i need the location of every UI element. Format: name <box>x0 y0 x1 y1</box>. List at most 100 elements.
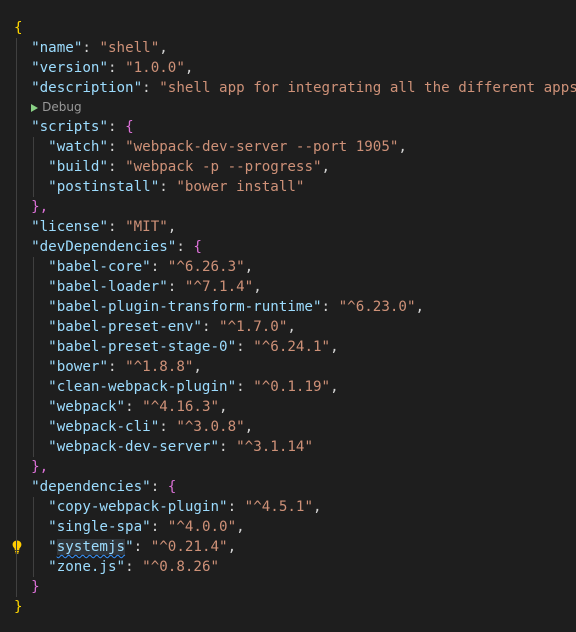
code-line[interactable]: "version": "1.0.0", <box>14 58 576 78</box>
json-key: "dependencies" <box>31 479 151 495</box>
indent-guide <box>16 277 17 297</box>
json-key: "single-spa" <box>48 519 151 535</box>
code-line[interactable]: "webpack-cli": "^3.0.8", <box>14 417 576 437</box>
code-line[interactable]: "build": "webpack -p --progress", <box>14 157 576 177</box>
indent-guide <box>16 337 17 357</box>
code-line[interactable]: "copy-webpack-plugin": "^4.5.1", <box>14 497 576 517</box>
json-value: "^0.8.26" <box>142 559 220 575</box>
indent-guide <box>33 137 34 157</box>
json-value: "^7.1.4" <box>184 279 254 295</box>
indent-guide <box>16 197 17 217</box>
json-key: "scripts" <box>31 119 108 135</box>
indent-guide <box>16 157 17 177</box>
indent-guide <box>16 78 17 98</box>
code-line[interactable]: }, <box>14 457 576 477</box>
json-value: "^4.0.0" <box>167 519 237 535</box>
indent-guide <box>16 317 17 337</box>
lightbulb-icon[interactable] <box>12 540 22 554</box>
json-key: "babel-preset-stage-0" <box>48 339 237 355</box>
json-key: "copy-webpack-plugin" <box>48 499 228 515</box>
indent-guide <box>33 397 34 417</box>
json-value: "^3.0.8" <box>176 419 245 435</box>
debug-codelens[interactable]: Debug <box>31 100 82 114</box>
indent-guide <box>16 257 17 277</box>
indent-guide <box>16 137 17 157</box>
indent-guide <box>33 317 34 337</box>
code-line[interactable]: "zone.js": "^0.8.26" <box>14 557 576 577</box>
code-line[interactable]: { <box>14 18 576 38</box>
indent-guide <box>16 98 17 117</box>
indent-guide <box>33 377 34 397</box>
indent-guide <box>16 297 17 317</box>
open-brace: { <box>193 239 202 255</box>
indent-guide <box>16 577 17 597</box>
json-key: "babel-plugin-transform-runtime" <box>48 299 322 315</box>
code-line[interactable]: "systemjs": "^0.21.4", <box>12 537 576 557</box>
code-line[interactable]: "bower": "^1.8.8", <box>14 357 576 377</box>
json-key: "babel-preset-env" <box>48 319 202 335</box>
code-line[interactable]: "postinstall": "bower install" <box>14 177 576 197</box>
code-line[interactable]: "babel-loader": "^7.1.4", <box>14 277 576 297</box>
code-line[interactable]: "scripts": { <box>14 117 576 137</box>
code-line[interactable]: "name": "shell", <box>14 38 576 58</box>
json-key: "description" <box>31 80 143 96</box>
json-key: "webpack" <box>48 399 126 415</box>
json-value: "^4.5.1" <box>244 499 313 515</box>
debug-label: Debug <box>42 100 82 114</box>
json-key: "name" <box>31 40 83 56</box>
json-value: "^3.1.14" <box>236 439 313 455</box>
code-line[interactable]: "license": "MIT", <box>14 217 576 237</box>
close-brace: }, <box>31 199 49 215</box>
close-brace: } <box>14 599 23 615</box>
indent-guide <box>33 337 34 357</box>
code-line[interactable]: "babel-core": "^6.26.3", <box>14 257 576 277</box>
json-value: "^1.7.0" <box>219 319 288 335</box>
indent-guide <box>16 237 17 257</box>
indent-guide <box>33 537 34 557</box>
code-line[interactable]: "webpack": "^4.16.3", <box>14 397 576 417</box>
indent-guide <box>16 217 17 237</box>
close-brace: } <box>31 579 40 595</box>
code-line[interactable]: } <box>14 577 576 597</box>
json-value: "^4.16.3" <box>142 399 220 415</box>
code-line[interactable]: "dependencies": { <box>14 477 576 497</box>
code-line[interactable]: "babel-plugin-transform-runtime": "^6.23… <box>14 297 576 317</box>
code-line[interactable]: "babel-preset-stage-0": "^6.24.1", <box>14 337 576 357</box>
indent-guide <box>16 557 17 577</box>
code-line[interactable]: } <box>14 597 576 617</box>
code-line[interactable]: "description": "shell app for integratin… <box>14 78 576 98</box>
indent-guide <box>33 177 34 197</box>
codelens-line: Debug <box>14 98 576 117</box>
code-editor[interactable]: { "name": "shell", "version": "1.0.0", "… <box>0 0 576 632</box>
code-line[interactable]: "single-spa": "^4.0.0", <box>14 517 576 537</box>
close-brace: }, <box>31 459 49 475</box>
indent-guide <box>16 58 17 78</box>
json-value: "^6.23.0" <box>338 299 416 315</box>
json-key: "babel-loader" <box>48 279 168 295</box>
indent-guide <box>16 517 17 537</box>
json-key: "systemjs" <box>48 539 134 555</box>
indent-guide <box>16 117 17 137</box>
code-line[interactable]: }, <box>14 197 576 217</box>
json-key: "webpack-dev-server" <box>48 439 220 455</box>
json-value: "webpack -p --progress" <box>125 159 322 175</box>
json-key: "version" <box>31 60 108 76</box>
json-value: "bower install" <box>176 179 305 195</box>
code-line[interactable]: "webpack-dev-server": "^3.1.14" <box>14 437 576 457</box>
indent-guide <box>16 357 17 377</box>
warning-squiggle[interactable]: systemjs <box>56 539 126 555</box>
json-key: "build" <box>48 159 108 175</box>
code-line[interactable]: "watch": "webpack-dev-server --port 1905… <box>14 137 576 157</box>
indent-guide <box>16 177 17 197</box>
indent-guide <box>33 157 34 177</box>
indent-guide <box>16 397 17 417</box>
code-line[interactable]: "clean-webpack-plugin": "^0.1.19", <box>14 377 576 397</box>
json-key: "zone.js" <box>48 559 126 575</box>
indent-guide <box>33 277 34 297</box>
json-key: "bower" <box>48 359 108 375</box>
indent-guide <box>16 477 17 497</box>
code-line[interactable]: "devDependencies": { <box>14 237 576 257</box>
code-line[interactable]: "babel-preset-env": "^1.7.0", <box>14 317 576 337</box>
open-brace: { <box>14 20 23 36</box>
json-key: "webpack-cli" <box>48 419 160 435</box>
